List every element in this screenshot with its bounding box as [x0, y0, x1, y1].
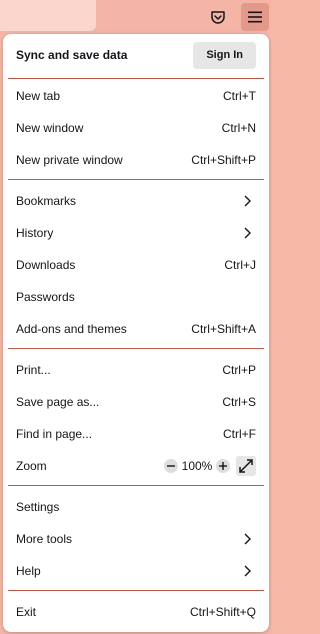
menu-item-label: Save page as... — [16, 395, 100, 409]
menu-item-label: Print... — [16, 363, 51, 377]
menu-item-settings[interactable]: Settings — [3, 491, 269, 523]
chevron-right-icon — [244, 195, 251, 207]
menu-item-shortcut: Ctrl+S — [222, 395, 256, 409]
menu-item-shortcut: Ctrl+N — [221, 121, 256, 135]
sign-in-button[interactable]: Sign In — [193, 41, 256, 69]
menu-item-shortcut: Ctrl+Shift+P — [191, 153, 256, 167]
sync-row: Sync and save data Sign In — [3, 39, 269, 71]
menu-item-exit[interactable]: Exit Ctrl+Shift+Q — [3, 596, 269, 628]
menu-item-shortcut: Ctrl+Shift+Q — [189, 605, 256, 619]
plus-icon — [219, 462, 227, 470]
menu-item-label: More tools — [16, 532, 73, 546]
zoom-reset-button[interactable]: 100% — [178, 459, 216, 473]
zoom-label: Zoom — [16, 459, 47, 473]
menu-item-new-window[interactable]: New window Ctrl+N — [3, 112, 269, 144]
menu-item-find-in-page[interactable]: Find in page... Ctrl+F — [3, 418, 269, 450]
app-menu-panel: Sync and save data Sign In New tab Ctrl+… — [3, 34, 269, 632]
menu-item-shortcut: Ctrl+J — [224, 258, 256, 272]
menu-item-label: Add-ons and themes — [16, 322, 127, 336]
menu-item-new-tab[interactable]: New tab Ctrl+T — [3, 80, 269, 112]
separator — [8, 78, 264, 79]
menu-item-label: Find in page... — [16, 427, 93, 441]
zoom-in-button[interactable] — [216, 459, 230, 473]
menu-item-shortcut: Ctrl+T — [223, 89, 256, 103]
separator — [8, 590, 264, 591]
chevron-right-icon — [244, 533, 251, 545]
separator — [8, 485, 264, 486]
menu-item-shortcut: Ctrl+F — [223, 427, 256, 441]
browser-toolbar — [0, 0, 271, 34]
menu-item-history[interactable]: History — [3, 217, 269, 249]
menu-item-shortcut: Ctrl+Shift+A — [191, 322, 256, 336]
url-bar[interactable] — [0, 0, 96, 31]
menu-item-label: History — [16, 226, 54, 240]
fullscreen-button[interactable] — [236, 456, 256, 476]
menu-item-label: New private window — [16, 153, 123, 167]
menu-item-more-tools[interactable]: More tools — [3, 523, 269, 555]
menu-item-save-page[interactable]: Save page as... Ctrl+S — [3, 386, 269, 418]
menu-item-shortcut: Ctrl+P — [222, 363, 256, 377]
menu-item-help[interactable]: Help — [3, 555, 269, 587]
separator — [8, 179, 264, 180]
menu-item-label: Passwords — [16, 290, 75, 304]
separator — [8, 348, 264, 349]
menu-item-label: Bookmarks — [16, 194, 77, 208]
pocket-button[interactable] — [204, 3, 232, 31]
fullscreen-icon — [239, 459, 253, 473]
chevron-right-icon — [244, 565, 251, 577]
menu-item-passwords[interactable]: Passwords — [3, 281, 269, 313]
sync-label: Sync and save data — [16, 48, 128, 62]
menu-item-label: Downloads — [16, 258, 76, 272]
menu-item-label: Exit — [16, 605, 37, 619]
chevron-right-icon — [244, 227, 251, 239]
menu-item-downloads[interactable]: Downloads Ctrl+J — [3, 249, 269, 281]
zoom-controls: 100% — [164, 456, 256, 476]
minus-icon — [167, 465, 175, 467]
menu-item-label: Settings — [16, 500, 60, 514]
menu-item-label: New tab — [16, 89, 61, 103]
app-menu-button[interactable] — [241, 3, 269, 31]
menu-item-new-private-window[interactable]: New private window Ctrl+Shift+P — [3, 144, 269, 176]
menu-item-label: Help — [16, 564, 41, 578]
hamburger-menu-icon — [248, 11, 262, 23]
pocket-icon — [211, 11, 225, 24]
menu-item-label: New window — [16, 121, 84, 135]
zoom-row: Zoom 100% — [3, 450, 269, 482]
menu-item-addons-themes[interactable]: Add-ons and themes Ctrl+Shift+A — [3, 313, 269, 345]
zoom-out-button[interactable] — [164, 459, 178, 473]
menu-item-bookmarks[interactable]: Bookmarks — [3, 185, 269, 217]
menu-item-print[interactable]: Print... Ctrl+P — [3, 354, 269, 386]
